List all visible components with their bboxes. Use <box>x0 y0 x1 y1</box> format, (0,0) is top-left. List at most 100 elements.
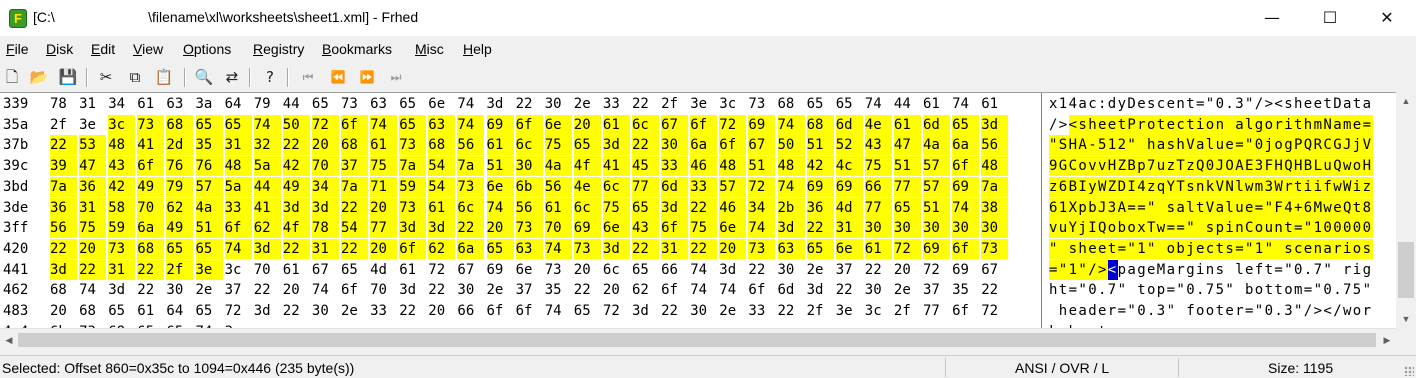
hex-byte[interactable]: 74 <box>457 114 485 135</box>
hex-byte[interactable]: 22 <box>574 280 601 300</box>
ascii-char[interactable]: a <box>1167 260 1177 280</box>
hex-byte[interactable]: 68 <box>79 301 106 321</box>
ascii-char[interactable]: n <box>1274 218 1285 239</box>
hex-byte[interactable]: 22 <box>79 259 107 280</box>
ascii-char[interactable]: i <box>1303 176 1314 197</box>
ascii-char[interactable]: " <box>1127 238 1138 259</box>
cut-button[interactable]: ✂ <box>95 66 117 88</box>
ascii-char[interactable]: u <box>1323 156 1334 177</box>
hex-byte[interactable]: 49 <box>166 218 194 239</box>
ascii-char[interactable]: : <box>1098 94 1108 114</box>
ascii-char[interactable]: = <box>1049 259 1059 280</box>
hex-byte[interactable]: 20 <box>311 135 339 156</box>
hex-line[interactable]: 39c 39 47 43 6f 76 76 48 5a 42 70 37 75 7a 54 7a 51 30 4a 4… <box>0 156 1396 177</box>
hex-byte[interactable]: 65 <box>806 238 834 259</box>
hex-byte[interactable]: 3c <box>865 301 892 321</box>
ascii-char[interactable]: Y <box>1068 218 1079 239</box>
ascii-char[interactable]: z <box>1147 176 1157 197</box>
ascii-char[interactable]: " <box>1078 280 1088 300</box>
hex-byte[interactable]: 76 <box>195 156 223 177</box>
maximize-button[interactable]: ☐ <box>1301 0 1359 36</box>
hex-byte[interactable]: 50 <box>777 135 805 156</box>
ascii-char[interactable]: 1 <box>1068 259 1079 280</box>
ascii-char[interactable]: g <box>1284 135 1295 156</box>
ascii-char[interactable]: V <box>1205 197 1216 218</box>
ascii-char[interactable]: s <box>1186 176 1197 197</box>
hex-byte[interactable]: 73 <box>108 238 136 259</box>
scroll-up-icon[interactable]: ▲ <box>1396 92 1416 110</box>
hex-byte[interactable]: 54 <box>428 176 456 197</box>
ascii-char[interactable]: / <box>1049 115 1059 135</box>
last-bookmark-button[interactable]: ⏭ <box>385 66 407 88</box>
ascii-char[interactable]: r <box>1176 260 1186 280</box>
hex-byte[interactable]: 70 <box>544 218 572 239</box>
hex-byte[interactable]: 3e <box>690 94 717 114</box>
hex-byte[interactable]: 6f <box>341 280 368 300</box>
ascii-char[interactable]: g <box>1363 260 1373 280</box>
hex-byte[interactable]: 59 <box>108 218 136 239</box>
ascii-char[interactable]: 1 <box>1137 238 1148 259</box>
ascii-char[interactable]: " <box>1167 301 1177 321</box>
hex-byte[interactable]: 22 <box>428 280 455 300</box>
ascii-char[interactable]: H <box>1362 156 1373 177</box>
ascii-char[interactable]: < <box>1323 301 1333 321</box>
hex-byte[interactable]: 65 <box>195 238 223 259</box>
hex-byte[interactable]: 6f <box>952 156 980 177</box>
menu-registry[interactable]: Registry <box>253 41 304 57</box>
ascii-char[interactable]: = <box>1362 114 1373 135</box>
ascii-char[interactable]: 3 <box>1284 301 1294 321</box>
hex-byte[interactable]: 30 <box>893 218 921 239</box>
ascii-char[interactable]: M <box>1313 197 1324 218</box>
hex-byte[interactable]: 43 <box>632 218 659 239</box>
hex-byte[interactable]: 65 <box>836 94 863 114</box>
ascii-char[interactable]: " <box>1245 238 1255 259</box>
hex-byte[interactable]: 61 <box>137 301 164 321</box>
ascii-char[interactable]: L <box>1313 156 1324 177</box>
hex-byte[interactable]: 65 <box>195 114 223 135</box>
hex-byte[interactable]: 36 <box>79 176 107 197</box>
ascii-char[interactable]: e <box>1225 135 1236 156</box>
ascii-char[interactable]: M <box>1157 260 1167 280</box>
hex-byte[interactable]: 3d <box>487 94 514 114</box>
hex-byte[interactable]: 44 <box>253 176 281 197</box>
ascii-char[interactable]: > <box>1098 259 1108 280</box>
hex-byte[interactable]: 41 <box>137 135 165 156</box>
hex-byte[interactable]: 73 <box>748 238 776 259</box>
hex-line[interactable]: 339 78 31 34 61 63 3a 64 79 44 65 73 63 65 6e 74 3d 22 30 2… <box>0 94 1396 114</box>
ascii-char[interactable]: 0 <box>1333 218 1344 239</box>
hex-byte[interactable]: 30 <box>457 280 484 300</box>
ascii-char[interactable]: c <box>1088 94 1098 114</box>
menu-view[interactable]: View <box>133 41 163 57</box>
ascii-char[interactable]: a <box>1343 94 1353 114</box>
ascii-char[interactable]: D <box>1117 176 1128 197</box>
ascii-char[interactable]: = <box>1235 238 1246 259</box>
hex-byte[interactable]: 57 <box>719 176 747 197</box>
hex-byte[interactable]: 4a <box>544 156 572 177</box>
ascii-char[interactable]: . <box>1147 301 1157 321</box>
ascii-char[interactable]: p <box>1118 260 1128 280</box>
ascii-char[interactable]: t <box>1352 197 1363 218</box>
ascii-char[interactable] <box>1137 135 1148 156</box>
hex-byte[interactable]: 6e <box>602 218 630 239</box>
ascii-char[interactable]: n <box>1313 238 1324 259</box>
hex-line[interactable]: 483 20 68 65 61 64 65 72 3d 22 30 2e 33 22 20 66 6f 6f 74 6… <box>0 301 1396 321</box>
help-button[interactable]: ? <box>259 66 281 88</box>
ascii-char[interactable]: o <box>1078 156 1089 177</box>
hex-byte[interactable]: 39 <box>50 156 77 177</box>
ascii-char[interactable]: < <box>1107 259 1118 280</box>
ascii-char[interactable]: y <box>1088 176 1099 197</box>
hex-byte[interactable]: 3e <box>195 259 223 280</box>
ascii-char[interactable]: Q <box>1303 135 1314 156</box>
hex-byte[interactable]: 6c <box>573 197 601 218</box>
ascii-char[interactable]: / <box>1333 301 1343 321</box>
ascii-char[interactable]: h <box>1078 238 1089 259</box>
hex-byte[interactable]: 79 <box>254 94 281 114</box>
hex-byte[interactable]: 65 <box>632 197 659 218</box>
ascii-char[interactable]: o <box>1205 114 1216 135</box>
ascii-char[interactable]: m <box>1294 280 1304 300</box>
ascii-char[interactable]: = <box>1069 280 1079 300</box>
ascii-char[interactable]: . <box>1196 280 1206 300</box>
hex-byte[interactable]: 73 <box>573 238 601 259</box>
hex-byte[interactable]: 61 <box>893 114 921 135</box>
ascii-char[interactable]: e <box>1245 260 1255 280</box>
